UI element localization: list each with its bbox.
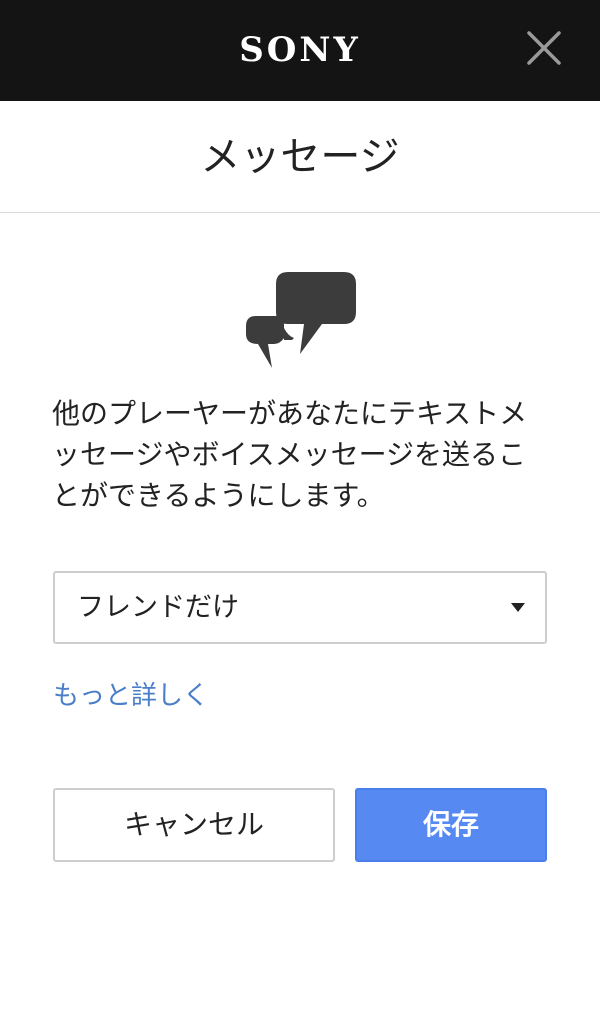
close-icon <box>527 31 561 65</box>
chat-bubbles-icon <box>246 272 356 368</box>
caret-down-icon <box>511 603 525 612</box>
description-text: 他のプレーヤーがあなたにテキストメッセージやボイスメッセージを送ることができるよ… <box>52 397 528 512</box>
page-title: メッセージ <box>200 134 400 180</box>
message-permission-select[interactable]: フレンドだけ <box>53 571 547 644</box>
top-bar: SONY <box>0 0 600 101</box>
save-button[interactable]: 保存 <box>355 788 547 862</box>
cancel-button[interactable]: キャンセル <box>53 788 335 862</box>
sony-logo: SONY <box>239 30 361 70</box>
title-area: メッセージ <box>0 101 600 213</box>
close-button[interactable] <box>524 28 564 68</box>
learn-more-link[interactable]: もっと詳しく <box>53 678 209 714</box>
select-value: フレンドだけ <box>77 592 239 623</box>
